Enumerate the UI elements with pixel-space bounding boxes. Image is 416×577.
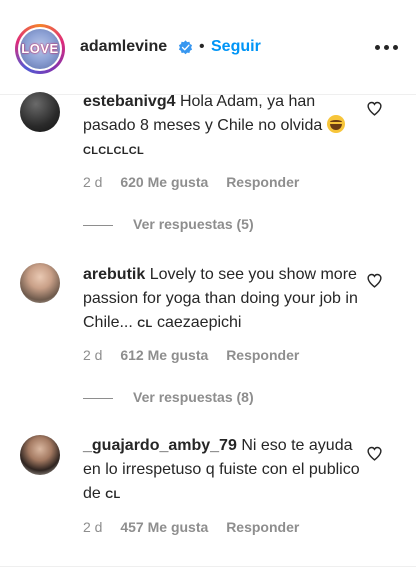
like-heart-icon[interactable] [366,100,383,117]
comment-flags: CLCLCLCL [83,145,145,157]
comment-likes[interactable]: 620 Me gusta [120,174,208,190]
header-username[interactable]: adamlevine [80,38,167,56]
separator-dot: • [199,38,205,55]
view-replies-button[interactable]: Ver respuestas (5) [83,216,254,232]
comment-body: arebutik Lovely to see you show more pas… [83,263,363,336]
reply-button[interactable]: Responder [226,174,299,190]
commenter-avatar[interactable] [20,92,60,132]
comment-username[interactable]: arebutik [83,266,145,283]
grinning-sweat-emoji-icon [326,115,345,133]
reply-button[interactable]: Responder [226,347,299,363]
comment-text-after: caezaepichi [156,314,242,331]
follow-button[interactable]: Seguir [211,38,261,56]
replies-divider [83,224,113,226]
like-heart-icon[interactable] [366,445,383,462]
comment-meta: 2 d 612 Me gusta Responder [83,347,313,363]
comment-body: _guajardo_amby_79 Ni eso te ayuda en lo … [83,434,363,507]
section-divider [0,566,416,567]
comment-time: 2 d [83,519,103,535]
replies-divider [83,397,113,399]
comment-flags: CL [105,489,121,501]
comment-likes[interactable]: 457 Me gusta [120,519,208,535]
verified-badge-icon [178,40,193,55]
view-replies-button[interactable]: Ver respuestas (8) [83,389,254,405]
commenter-avatar[interactable] [20,263,60,303]
post-header: LOVE adamlevine • Seguir [0,0,416,95]
comment-username[interactable]: estebanivg4 [83,93,175,110]
comment-username[interactable]: _guajardo_amby_79 [83,437,237,454]
comment-meta: 2 d 457 Me gusta Responder [83,519,313,535]
reply-button[interactable]: Responder [226,519,299,535]
commenter-avatar[interactable] [20,435,60,475]
comment-time: 2 d [83,347,103,363]
comment-meta: 2 d 620 Me gusta Responder [83,174,313,190]
comment-flags: CL [137,318,153,330]
more-options-icon[interactable] [375,45,399,51]
profile-avatar[interactable]: LOVE [15,24,65,74]
comment-likes[interactable]: 612 Me gusta [120,347,208,363]
like-heart-icon[interactable] [366,272,383,289]
avatar-logo-text: LOVE [21,41,59,56]
comment-body: estebanivg4 Hola Adam, ya han pasado 8 m… [83,90,363,163]
comment-time: 2 d [83,174,103,190]
